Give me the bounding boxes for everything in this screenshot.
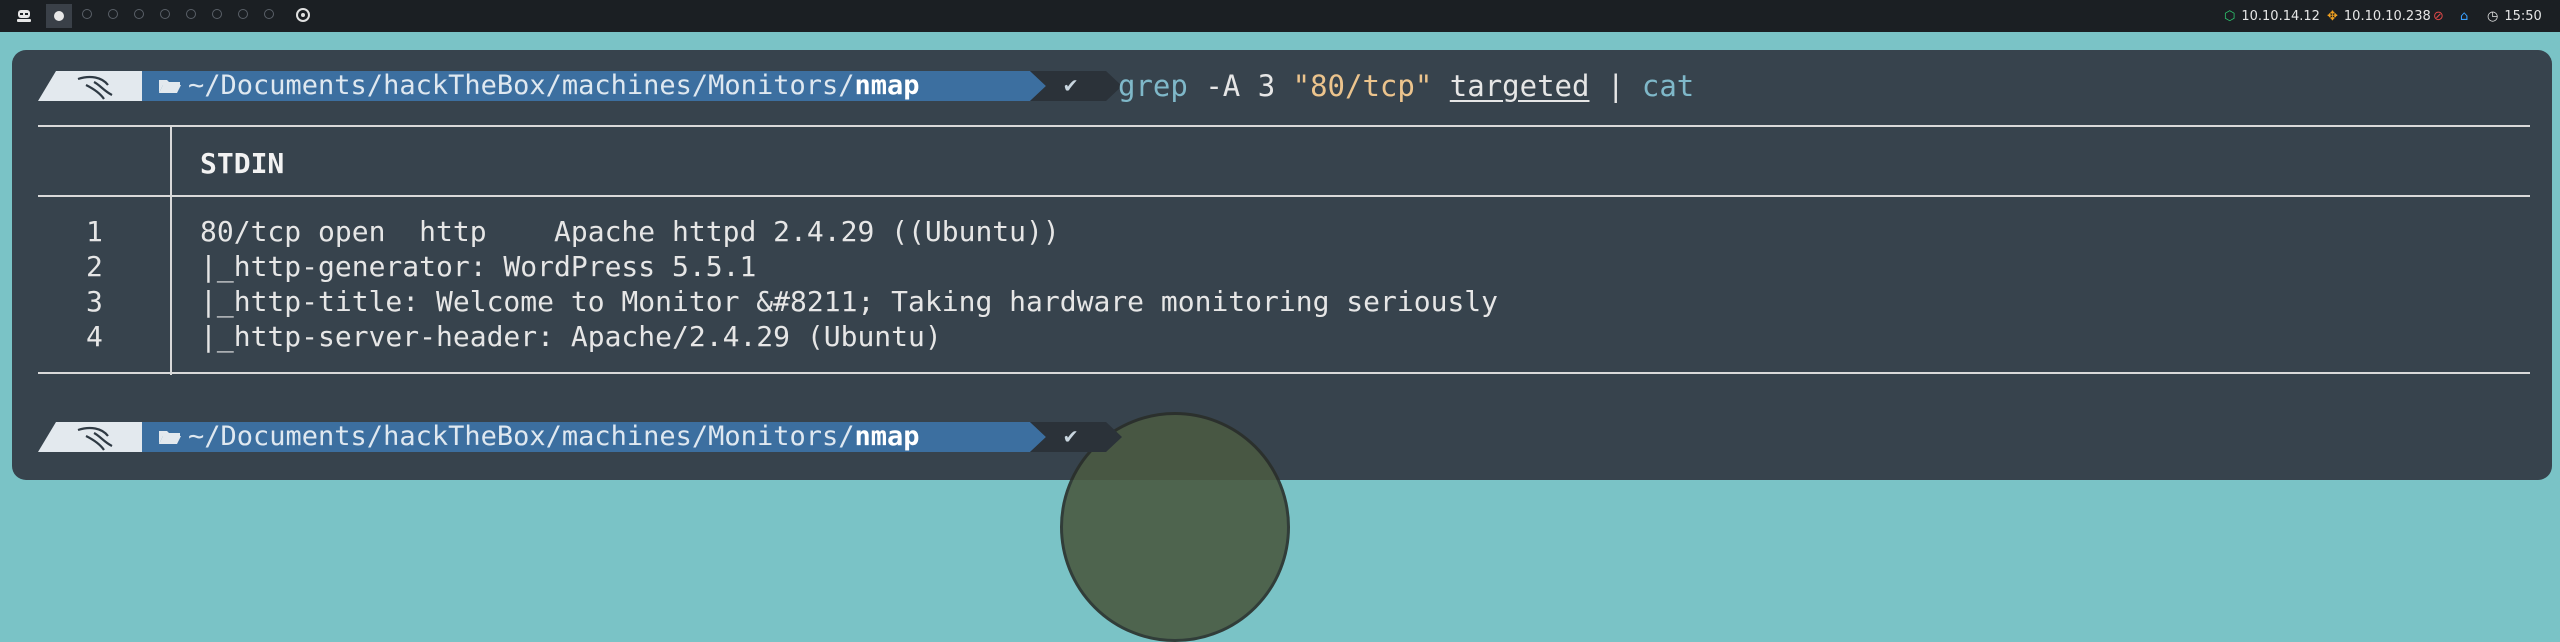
home-status[interactable]: ⌂ xyxy=(2460,0,2474,32)
prompt-path-dir: nmap xyxy=(854,70,920,101)
table-bottom-border xyxy=(38,372,2530,374)
line-number: 4 xyxy=(86,320,103,353)
folder-open-icon xyxy=(158,78,182,94)
workspace-2-button[interactable] xyxy=(82,9,92,19)
prompt-path-dir: nmap xyxy=(854,421,920,452)
command-line[interactable]: grep -A 3 "80/tcp" targeted | cat xyxy=(1118,71,1694,101)
prompt-path-segment: ~/Documents/hackTheBox/machines/Monitors… xyxy=(142,71,1046,101)
workspace-5-button[interactable] xyxy=(160,9,170,19)
terminal-window[interactable]: ~/Documents/hackTheBox/machines/Monitors… xyxy=(12,50,2552,642)
crosshair-icon: ✥ xyxy=(2327,8,2338,24)
target-ip-status: ✥ 10.10.10.238 xyxy=(2327,0,2431,32)
kali-dragon-icon xyxy=(38,71,158,101)
home-icon: ⌂ xyxy=(2460,8,2469,24)
checkmark-icon: ✔ xyxy=(1064,424,1078,449)
workspace-active-dot-icon xyxy=(54,11,64,21)
workspace-1-button[interactable] xyxy=(46,4,72,28)
cmd-file: targeted xyxy=(1449,69,1590,103)
line-number: 3 xyxy=(86,285,103,318)
table-top-border xyxy=(38,125,2530,127)
cmd-cat: cat xyxy=(1641,69,1695,103)
line-number: 1 xyxy=(86,215,103,248)
workspace-3-button[interactable] xyxy=(108,9,118,19)
folder-open-icon xyxy=(158,429,182,445)
cmd-pattern: "80/tcp" xyxy=(1292,69,1433,103)
output-line: |_http-generator: WordPress 5.5.1 xyxy=(200,250,757,283)
output-header: STDIN xyxy=(200,147,285,180)
top-bar: ⬡ 10.10.14.12 ✥ 10.10.10.238 ⊘ ⌂ ◷ 15:50 xyxy=(0,0,2560,32)
prompt-path-segment: ~/Documents/hackTheBox/machines/Monitors… xyxy=(142,422,1046,452)
table-gutter-border xyxy=(170,127,172,375)
disconnect-status[interactable]: ⊘ xyxy=(2433,0,2450,32)
line-number: 2 xyxy=(86,250,103,283)
cmd-flag: -A 3 xyxy=(1205,69,1276,103)
prompt-path-prefix: ~/Documents/hackTheBox/machines/Monitors… xyxy=(188,70,855,101)
workspace-9-button[interactable] xyxy=(264,9,274,19)
workspace-4-button[interactable] xyxy=(134,9,144,19)
target-ip-text: 10.10.10.238 xyxy=(2343,8,2431,24)
output-line: 80/tcp open http Apache httpd 2.4.29 ((U… xyxy=(200,215,1060,248)
kali-menu-icon[interactable] xyxy=(10,4,38,28)
hexagon-icon: ⬡ xyxy=(2224,8,2236,24)
table-header-border xyxy=(38,195,2530,197)
disconnect-icon: ⊘ xyxy=(2433,8,2444,24)
checkmark-icon: ✔ xyxy=(1064,73,1078,98)
prompt-path-prefix: ~/Documents/hackTheBox/machines/Monitors… xyxy=(188,421,855,452)
vpn-ip-status: ⬡ 10.10.14.12 xyxy=(2224,0,2320,32)
cmd-pipe: | xyxy=(1606,69,1625,103)
workspace-8-button[interactable] xyxy=(238,9,248,19)
cmd-grep: grep xyxy=(1118,69,1188,103)
clock-text: 15:50 xyxy=(2504,8,2542,24)
vpn-ip-text: 10.10.14.12 xyxy=(2241,8,2320,24)
output-line: |_http-server-header: Apache/2.4.29 (Ubu… xyxy=(200,320,942,353)
workspace-7-button[interactable] xyxy=(212,9,222,19)
output-line: |_http-title: Welcome to Monitor &#8211;… xyxy=(200,285,1499,318)
workspace-6-button[interactable] xyxy=(186,9,196,19)
target-icon[interactable] xyxy=(296,8,310,22)
kali-dragon-icon xyxy=(38,422,158,452)
clock: ◷ 15:50 xyxy=(2487,0,2542,32)
clock-icon: ◷ xyxy=(2487,8,2499,24)
